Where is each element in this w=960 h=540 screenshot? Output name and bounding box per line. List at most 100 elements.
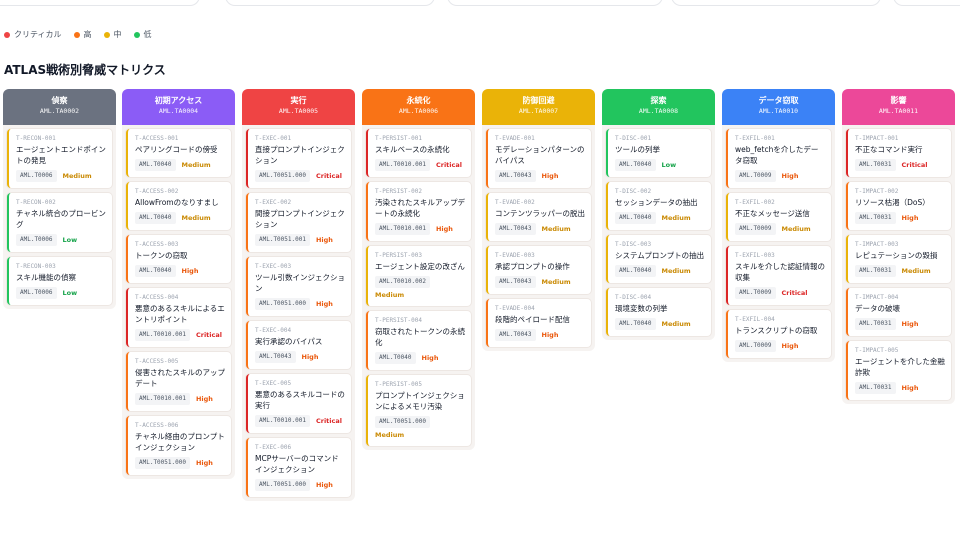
technique-card[interactable]: T-ACCESS-006 チャネル経由のプロンプトインジェクション AML.T005…	[126, 416, 231, 475]
technique-card[interactable]: T-ACCESS-005 侵害されたスキルのアップデート AML.T0010.001…	[126, 352, 231, 411]
technique-name: トランスクリプトの窃取	[735, 326, 818, 335]
aml-technique-badge: AML.T0040	[375, 352, 416, 364]
summary-card	[225, 0, 435, 6]
technique-card[interactable]: T-DISC-001 ツールの列挙 AML.T0040 Low	[606, 129, 711, 177]
technique-id: T-ACCESS-006	[135, 422, 179, 429]
technique-card[interactable]: T-EVADE-003 承認プロンプトの操作 AML.T0043 Medium	[486, 246, 591, 294]
tactic-name: 実行	[290, 96, 307, 105]
tactic-column: 初期アクセス AML.TA0004 T-ACCESS-001 ペアリングコードの傍受 A…	[122, 89, 235, 479]
technique-card[interactable]: T-PERSIST-003 エージェント設定の改ざん AML.T0010.002 Me…	[366, 246, 471, 306]
technique-card[interactable]: T-EXEC-006 MCPサーバーのコマンドインジェクション AML.T0051.…	[246, 438, 351, 497]
technique-card[interactable]: T-PERSIST-005 プロンプトインジェクションによるメモリ汚染 AML.T0…	[366, 375, 471, 446]
technique-card[interactable]: T-EXFIL-002 不正なメッセージ送信 AML.T0009 Medium	[726, 193, 831, 241]
technique-card[interactable]: T-IMPACT-001 不正なコマンド実行 AML.T0031 Critical	[846, 129, 951, 177]
technique-card[interactable]: T-EXEC-005 悪意のあるスキルコードの実行 AML.T0010.001 Cri…	[246, 374, 351, 433]
severity-badge: Low	[62, 235, 78, 244]
severity-badge: Medium	[62, 171, 92, 180]
technique-meta: AML.T0040 Low	[615, 159, 705, 171]
technique-card[interactable]: T-EXEC-003 ツール引数インジェクション AML.T0051.000 High	[246, 257, 351, 316]
tactic-id: AML.TA0011	[878, 107, 919, 115]
technique-card[interactable]: T-DISC-004 環境変数の列挙 AML.T0040 Medium	[606, 288, 711, 336]
severity-badge: Low	[62, 288, 78, 297]
technique-name: レピュテーションの毀損	[855, 251, 938, 260]
technique-meta: AML.T0043 High	[495, 329, 585, 341]
technique-list: T-EVADE-001 モデレーションパターンのバイパス AML.T0043 High…	[482, 125, 595, 347]
technique-meta: AML.T0010.001 High	[135, 393, 225, 405]
technique-card[interactable]: T-IMPACT-002 リソース枯渇（DoS） AML.T0031 High	[846, 182, 951, 230]
technique-card[interactable]: T-PERSIST-001 スキルベースの永続化 AML.T0010.001 Crit…	[366, 129, 471, 177]
technique-meta: AML.T0031 High	[855, 382, 945, 394]
technique-meta: AML.T0043 Medium	[495, 223, 585, 235]
severity-badge: High	[181, 266, 199, 275]
severity-badge: High	[421, 353, 439, 362]
technique-list: T-EXFIL-001 web_fetchを介したデータ窃取 AML.T0009 Hi…	[722, 125, 835, 358]
tactic-header[interactable]: 偵察 AML.TA0002	[3, 89, 116, 125]
technique-id: T-DISC-001	[615, 135, 652, 142]
tactic-header[interactable]: 防御回避 AML.TA0007	[482, 89, 595, 125]
technique-card[interactable]: T-ACCESS-002 AllowFromのなりすまし AML.T0040 Medi…	[126, 182, 231, 230]
technique-card[interactable]: T-RECON-002 チャネル統合のプロービング AML.T0006 Low	[7, 193, 112, 252]
severity-badge: High	[435, 224, 453, 233]
technique-meta: AML.T0009 Medium	[735, 223, 825, 235]
technique-card[interactable]: T-EXEC-001 直接プロンプトインジェクション AML.T0051.000 Cr…	[246, 129, 351, 188]
technique-name: 承認プロンプトの操作	[495, 262, 570, 271]
summary-card	[671, 0, 881, 6]
aml-technique-badge: AML.T0010.001	[375, 159, 430, 171]
technique-card[interactable]: T-EXEC-004 実行承認のバイパス AML.T0043 High	[246, 321, 351, 369]
technique-card[interactable]: T-EVADE-002 コンテンツラッパーの脱出 AML.T0043 Medium	[486, 193, 591, 241]
summary-card	[447, 0, 663, 6]
technique-id: T-RECON-001	[16, 135, 56, 142]
technique-card[interactable]: T-PERSIST-002 汚染されたスキルアップデートの永続化 AML.T0010…	[366, 182, 471, 241]
tactic-header[interactable]: 初期アクセス AML.TA0004	[122, 89, 235, 125]
tactic-name: 永続化	[406, 96, 431, 105]
aml-technique-badge: AML.T0031	[855, 212, 896, 224]
technique-card[interactable]: T-ACCESS-003 トークンの窃取 AML.T0040 High	[126, 235, 231, 283]
technique-name: 窃取されたトークンの永続化	[375, 327, 465, 347]
technique-list: T-IMPACT-001 不正なコマンド実行 AML.T0031 Critical T-…	[842, 125, 955, 400]
summary-card	[0, 0, 200, 6]
tactic-header[interactable]: データ窃取 AML.TA0010	[722, 89, 835, 125]
technique-card[interactable]: T-PERSIST-004 窃取されたトークンの永続化 AML.T0040 High	[366, 311, 471, 370]
tactic-column: データ窃取 AML.TA0010 T-EXFIL-001 web_fetchを介したデ…	[722, 89, 835, 362]
technique-name: エージェントを介した金融詐欺	[855, 357, 945, 377]
severity-badge: High	[781, 171, 799, 180]
aml-technique-badge: AML.T0009	[735, 287, 776, 299]
technique-card[interactable]: T-IMPACT-003 レピュテーションの毀損 AML.T0031 Medium	[846, 235, 951, 283]
tactic-column: 影響 AML.TA0011 T-IMPACT-001 不正なコマンド実行 AML.T00…	[842, 89, 955, 404]
severity-dot-icon	[103, 31, 110, 38]
tactic-column: 実行 AML.TA0005 T-EXEC-001 直接プロンプトインジェクション AML…	[242, 89, 355, 501]
severity-dot-icon	[133, 31, 140, 38]
technique-id: T-IMPACT-005	[855, 347, 899, 354]
technique-card[interactable]: T-RECON-001 エージェントエンドポイントの発見 AML.T0006 Medi…	[7, 129, 112, 188]
technique-meta: AML.T0031 Medium	[855, 265, 945, 277]
technique-card[interactable]: T-IMPACT-005 エージェントを介した金融詐欺 AML.T0031 High	[846, 341, 951, 400]
technique-card[interactable]: T-EXFIL-001 web_fetchを介したデータ窃取 AML.T0009 Hi…	[726, 129, 831, 188]
technique-meta: AML.T0031 High	[855, 212, 945, 224]
technique-card[interactable]: T-ACCESS-001 ペアリングコードの傍受 AML.T0040 Medium	[126, 129, 231, 177]
technique-id: T-IMPACT-004	[855, 294, 899, 301]
severity-badge: Low	[661, 160, 677, 169]
legend-label: 高	[83, 30, 92, 39]
technique-card[interactable]: T-EXEC-002 間接プロンプトインジェクション AML.T0051.001 Hi…	[246, 193, 351, 252]
technique-name: 環境変数の列挙	[615, 304, 668, 313]
technique-card[interactable]: T-IMPACT-004 データの破壊 AML.T0031 High	[846, 288, 951, 336]
severity-badge: Critical	[781, 288, 808, 297]
severity-badge: High	[315, 480, 333, 489]
tactic-header[interactable]: 実行 AML.TA0005	[242, 89, 355, 125]
technique-card[interactable]: T-EVADE-004 段階的ペイロード配信 AML.T0043 High	[486, 299, 591, 347]
technique-name: 不正なメッセージ送信	[735, 209, 810, 218]
severity-badge: High	[195, 394, 213, 403]
technique-card[interactable]: T-EXFIL-004 トランスクリプトの窃取 AML.T0009 High	[726, 310, 831, 358]
technique-meta: AML.T0051.000 Critical	[255, 170, 345, 182]
tactic-header[interactable]: 探索 AML.TA0008	[602, 89, 715, 125]
technique-card[interactable]: T-EXFIL-003 スキルを介した認証情報の収集 AML.T0009 Critic…	[726, 246, 831, 305]
technique-card[interactable]: T-DISC-003 システムプロンプトの抽出 AML.T0040 Medium	[606, 235, 711, 283]
tactic-header[interactable]: 影響 AML.TA0011	[842, 89, 955, 125]
technique-id: T-DISC-004	[615, 294, 652, 301]
technique-card[interactable]: T-RECON-003 スキル機能の偵察 AML.T0006 Low	[7, 257, 112, 305]
technique-card[interactable]: T-ACCESS-004 悪意のあるスキルによるエントリポイント AML.T0010…	[126, 288, 231, 347]
technique-card[interactable]: T-EVADE-001 モデレーションパターンのバイパス AML.T0043 High	[486, 129, 591, 188]
tactic-header[interactable]: 永続化 AML.TA0006	[362, 89, 475, 125]
technique-card[interactable]: T-DISC-002 セッションデータの抽出 AML.T0040 Medium	[606, 182, 711, 230]
technique-meta: AML.T0009 Critical	[735, 287, 825, 299]
